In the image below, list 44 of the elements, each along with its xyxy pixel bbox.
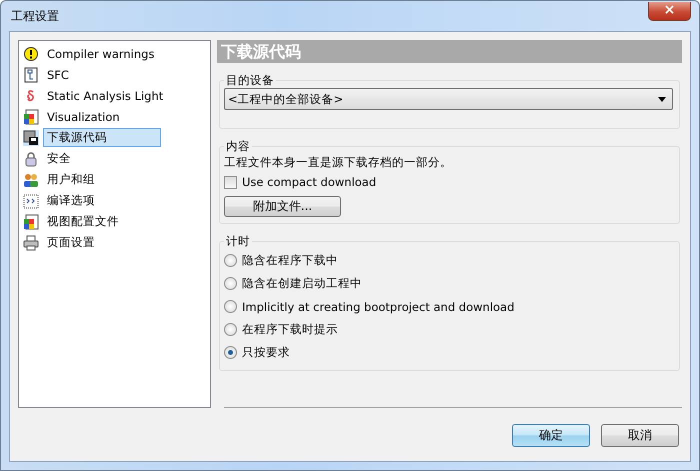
window-title: 工程设置 bbox=[10, 8, 59, 24]
sidebar-item[interactable]: 下载源代码 bbox=[43, 128, 161, 147]
sidebar-item[interactable]: Static Analysis Light bbox=[43, 86, 168, 104]
warning-icon bbox=[23, 46, 39, 62]
caret-icon bbox=[658, 96, 666, 102]
radio-button[interactable] bbox=[224, 300, 237, 313]
checkbox[interactable] bbox=[224, 176, 237, 188]
group-title: 内容 bbox=[225, 139, 251, 154]
device-dropdown[interactable]: <工程中的全部设备> bbox=[224, 88, 673, 110]
sidebar-item[interactable]: 用户和组 bbox=[43, 170, 99, 189]
sidebar-item[interactable]: SFC bbox=[43, 66, 73, 84]
lock-icon bbox=[23, 150, 39, 166]
radio-label: 隐含在创建启动工程中 bbox=[242, 276, 362, 291]
radio-label: 在程序下载时提示 bbox=[242, 322, 338, 337]
sidebar-item[interactable]: 页面设置 bbox=[43, 233, 99, 252]
floppy-icon bbox=[23, 130, 39, 146]
sidebar-item[interactable]: 视图配置文件 bbox=[43, 212, 123, 231]
grid-icon bbox=[23, 192, 39, 208]
sidebar-item[interactable]: 编译选项 bbox=[43, 191, 99, 210]
group-title: 目的设备 bbox=[225, 73, 275, 88]
chart-icon bbox=[23, 66, 39, 82]
radio-button[interactable] bbox=[224, 254, 237, 267]
radio-button[interactable] bbox=[224, 277, 237, 290]
sidebar-item[interactable]: Visualization bbox=[43, 108, 124, 126]
checkbox-label: Use compact download bbox=[242, 175, 376, 189]
dropdown-value: <工程中的全部设备> bbox=[228, 92, 344, 106]
radio-label: 隐含在程序下载中 bbox=[242, 253, 338, 268]
sidebar-item[interactable]: 安全 bbox=[43, 149, 75, 168]
sidebar-item[interactable]: Compiler warnings bbox=[43, 44, 158, 62]
radio-button[interactable] bbox=[224, 323, 237, 336]
attach-files-button[interactable]: 附加文件... bbox=[224, 196, 341, 217]
close-button[interactable]: × bbox=[648, 2, 691, 20]
section-header: 下载源代码 bbox=[217, 40, 682, 63]
printer-icon bbox=[23, 234, 39, 250]
cancel-button[interactable]: 取消 bbox=[601, 424, 679, 447]
radio-label: 只按要求 bbox=[242, 345, 290, 360]
windows-icon bbox=[23, 108, 39, 124]
ok-button[interactable]: 确定 bbox=[512, 424, 590, 447]
radio-button[interactable] bbox=[224, 346, 237, 359]
radio-label: Implicitly at creating bootproject and download bbox=[242, 300, 514, 314]
windows-icon bbox=[23, 214, 39, 230]
users-icon bbox=[23, 172, 39, 188]
description-text: 工程文件本身一直是源下载存档的一部分。 bbox=[224, 155, 453, 170]
group-title: 计时 bbox=[225, 234, 251, 249]
